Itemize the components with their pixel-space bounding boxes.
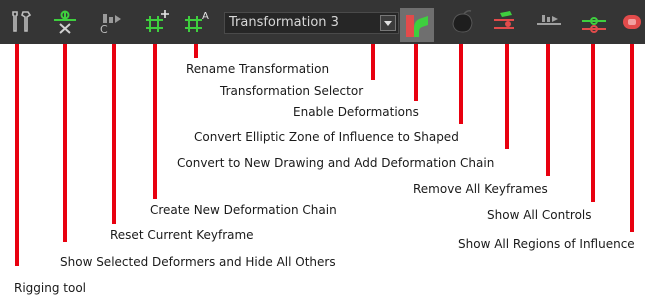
label-rigging-tool: Rigging tool	[14, 281, 86, 295]
create-deformation-chain-button[interactable]	[142, 7, 172, 37]
convert-elliptic-zone-button[interactable]	[448, 7, 478, 37]
rigging-tool-button[interactable]	[6, 7, 36, 37]
callout-line-rename	[194, 44, 198, 58]
callout-line-rigging	[15, 44, 19, 266]
callout-line-show-controls	[591, 44, 595, 202]
rename-transformation-icon: A	[185, 11, 209, 32]
enable-deformations-icon	[406, 15, 428, 37]
callout-line-convert-drawing	[505, 44, 509, 149]
reset-keyframe-button[interactable]: C	[97, 7, 127, 37]
show-regions-icon	[623, 15, 641, 29]
show-regions-button[interactable]	[617, 7, 645, 37]
callout-line-create-chain	[153, 44, 157, 199]
remove-keyframes-button[interactable]	[534, 7, 564, 37]
label-convert-elliptic-zone: Convert Elliptic Zone of Influence to Sh…	[194, 130, 459, 144]
deformation-toolbar: C A Transformation 3	[0, 0, 645, 44]
chevron-down-icon[interactable]	[380, 15, 396, 31]
label-enable-deformations: Enable Deformations	[293, 105, 419, 119]
callout-line-show-regions	[630, 44, 634, 232]
callout-line-convert-elliptic	[459, 44, 463, 124]
label-reset-keyframe: Reset Current Keyframe	[110, 228, 254, 242]
transformation-selector-value: Transformation 3	[229, 15, 339, 30]
enable-deformations-button[interactable]	[400, 8, 434, 42]
callout-line-remove-keyframes	[546, 44, 550, 176]
convert-elliptic-zone-icon	[452, 10, 473, 33]
transformation-selector[interactable]: Transformation 3	[224, 12, 399, 34]
show-all-controls-button[interactable]	[579, 7, 609, 37]
label-convert-to-drawing: Convert to New Drawing and Add Deformati…	[177, 156, 495, 170]
create-deformation-chain-icon	[146, 10, 169, 32]
label-create-deformation-chain: Create New Deformation Chain	[150, 203, 337, 217]
show-selected-deformers-button[interactable]	[50, 7, 80, 37]
rename-transformation-button[interactable]: A	[182, 7, 212, 37]
label-show-selected-deformers: Show Selected Deformers and Hide All Oth…	[60, 255, 336, 269]
callout-line-reset-keyframe	[112, 44, 116, 224]
callout-line-selector	[371, 44, 375, 80]
show-all-controls-icon	[582, 17, 606, 33]
callout-line-enable	[414, 44, 418, 101]
svg-text:A: A	[202, 11, 209, 22]
label-show-all-controls: Show All Controls	[487, 208, 592, 222]
label-transformation-selector: Transformation Selector	[220, 84, 364, 98]
rigging-tool-icon	[12, 11, 32, 32]
show-selected-deformers-icon	[54, 10, 76, 34]
label-remove-keyframes: Remove All Keyframes	[413, 182, 548, 196]
remove-keyframes-icon	[537, 15, 561, 25]
convert-to-drawing-icon	[494, 11, 514, 29]
label-rename-transformation: Rename Transformation	[186, 62, 330, 76]
convert-to-drawing-button[interactable]	[491, 7, 521, 37]
svg-text:C: C	[100, 23, 108, 36]
reset-keyframe-icon: C	[100, 14, 121, 36]
callout-line-show-selected	[63, 44, 67, 242]
label-show-all-regions: Show All Regions of Influence	[458, 237, 635, 251]
